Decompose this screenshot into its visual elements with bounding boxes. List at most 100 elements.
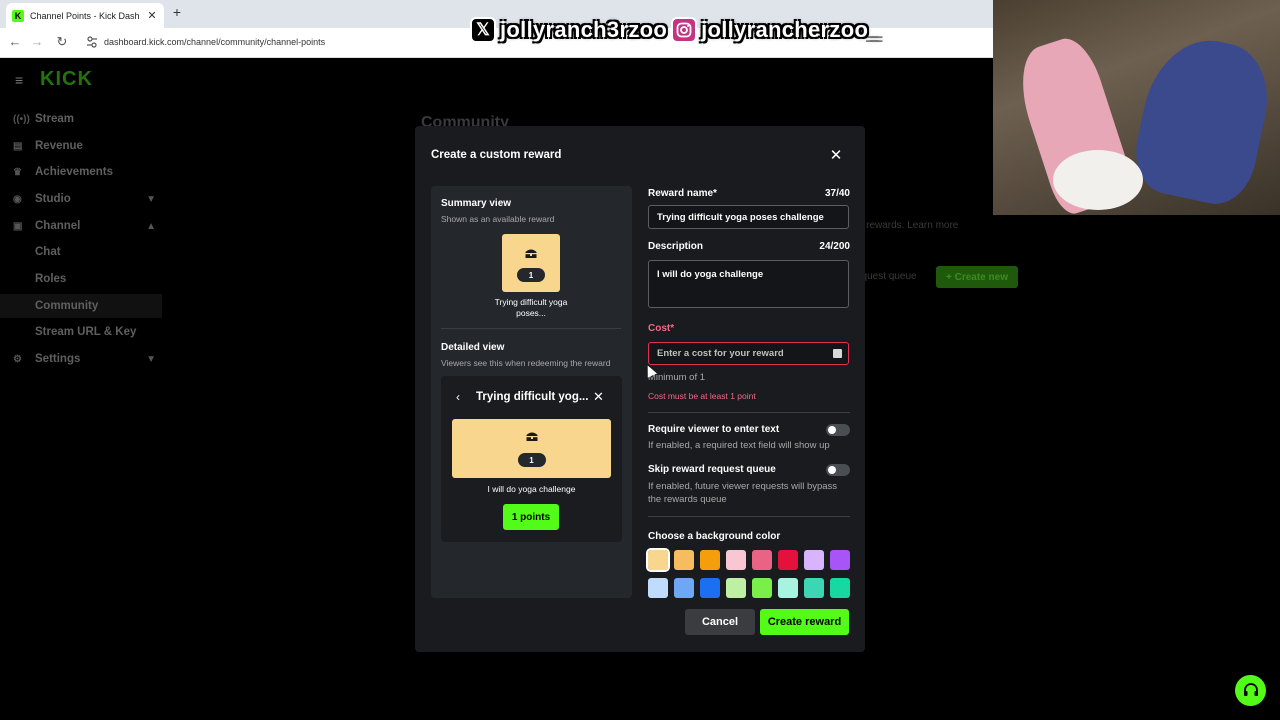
detailed-view-subtitle: Viewers see this when redeeming the rewa… xyxy=(441,358,611,368)
color-swatch[interactable] xyxy=(674,550,694,570)
cancel-button[interactable]: Cancel xyxy=(685,609,755,635)
create-new-button: + Create new xyxy=(936,266,1018,288)
summary-reward-label: Trying difficult yoga poses... xyxy=(494,297,568,318)
reward-chest-icon xyxy=(525,249,537,258)
tab-title: Channel Points - Kick Dashboard xyxy=(30,10,140,21)
detail-description: I will do yoga challenge xyxy=(487,484,576,494)
color-swatch[interactable] xyxy=(778,550,798,570)
color-swatch[interactable] xyxy=(674,578,694,598)
sidebar-item-chat[interactable]: Chat xyxy=(0,240,162,264)
color-swatch[interactable] xyxy=(700,578,720,598)
preview-panel: Summary view Shown as an available rewar… xyxy=(431,186,632,598)
detail-cost-pill: 1 xyxy=(517,453,546,467)
sidebar-item-roles[interactable]: Roles xyxy=(0,267,162,291)
require-text-toggle[interactable] xyxy=(826,424,850,436)
detail-reward-image: 1 xyxy=(452,419,611,478)
create-reward-modal: Create a custom reward ✕ Summary view Sh… xyxy=(415,126,865,652)
require-text-description: If enabled, a required text field will s… xyxy=(648,440,830,451)
new-tab-button[interactable]: + xyxy=(168,4,186,20)
back-icon[interactable]: ← xyxy=(6,34,24,49)
chevron-down-icon: ▼ xyxy=(146,193,156,205)
webcam-cushion xyxy=(1053,150,1143,210)
description-count: 24/200 xyxy=(819,241,850,252)
detailed-reward-card: ‹ Trying difficult yog... ✕ 1 I will do … xyxy=(441,376,622,542)
bg-color-label: Choose a background color xyxy=(648,531,781,542)
tab-close-icon[interactable]: ✕ xyxy=(146,9,158,22)
form-divider xyxy=(648,516,850,517)
chevron-up-icon: ▲ xyxy=(146,220,156,232)
support-chat-button[interactable] xyxy=(1235,675,1266,706)
cost-stepper-icon[interactable] xyxy=(833,349,842,358)
sidebar-item-revenue[interactable]: ▤ Revenue xyxy=(0,134,162,158)
sidebar-item-stream-url-key[interactable]: Stream URL & Key xyxy=(0,320,162,344)
sidebar-item-achievements[interactable]: ♛ Achievements xyxy=(0,160,162,184)
forward-icon[interactable]: → xyxy=(28,34,46,49)
cost-input[interactable] xyxy=(648,342,849,365)
sidebar-item-label: Stream xyxy=(35,113,74,125)
sidebar-item-channel[interactable]: ▣ Channel ▲ xyxy=(0,214,162,238)
reward-chest-icon xyxy=(526,432,537,441)
sidebar-item-label: Stream URL & Key xyxy=(35,326,137,338)
sidebar-item-settings[interactable]: ⚙ Settings ▼ xyxy=(0,347,162,371)
sidebar-item-label: Revenue xyxy=(35,140,83,152)
webcam-feed xyxy=(993,0,1280,215)
learn-more-text: r rewards. Learn more xyxy=(860,220,959,231)
sidebar-item-label: Studio xyxy=(35,193,71,205)
skip-queue-label: Skip reward request queue xyxy=(648,464,776,475)
summary-reward-card: 1 xyxy=(502,234,560,292)
gear-icon: ⚙ xyxy=(13,353,22,365)
headset-icon xyxy=(1243,682,1258,696)
url-text[interactable]: dashboard.kick.com/channel/community/cha… xyxy=(104,37,325,47)
create-reward-button[interactable]: Create reward xyxy=(760,609,849,635)
sidebar-item-label: Channel xyxy=(35,220,81,232)
detailed-view-heading: Detailed view xyxy=(441,342,505,353)
color-swatch[interactable] xyxy=(830,550,850,570)
color-swatch[interactable] xyxy=(726,578,746,598)
skip-queue-toggle[interactable] xyxy=(826,464,850,476)
color-swatch[interactable] xyxy=(752,550,772,570)
color-swatch[interactable] xyxy=(804,578,824,598)
color-swatch[interactable] xyxy=(830,578,850,598)
color-swatch[interactable] xyxy=(646,548,670,572)
reload-icon[interactable]: ↻ xyxy=(53,34,71,50)
close-icon[interactable]: ✕ xyxy=(828,146,844,164)
color-swatch[interactable] xyxy=(726,550,746,570)
sidebar-item-label: Achievements xyxy=(35,166,113,178)
sidebar-item-label: Roles xyxy=(35,273,67,285)
skip-queue-description: If enabled, future viewer requests will … xyxy=(648,481,838,505)
preview-divider xyxy=(441,328,621,329)
kick-favicon-icon: K xyxy=(12,9,24,22)
trophy-icon: ♛ xyxy=(13,166,22,178)
summary-view-heading: Summary view xyxy=(441,198,512,209)
color-swatch[interactable] xyxy=(700,550,720,570)
color-swatch[interactable] xyxy=(804,550,824,570)
reward-name-label: Reward name* xyxy=(648,188,717,199)
x-handle: jollyranch3rzoo xyxy=(500,17,668,42)
color-swatch[interactable] xyxy=(778,578,798,598)
studio-icon: ◉ xyxy=(13,193,22,205)
sidebar-item-stream[interactable]: ((•)) Stream xyxy=(0,107,162,131)
sidebar-item-studio[interactable]: ◉ Studio ▼ xyxy=(0,187,162,211)
detail-reward-title: Trying difficult yog... xyxy=(476,391,589,403)
back-chevron-icon: ‹ xyxy=(456,390,460,404)
summary-cost-pill: 1 xyxy=(517,268,545,282)
description-textarea[interactable]: I will do yoga challenge xyxy=(648,260,849,308)
sidebar-item-label: Community xyxy=(35,300,99,312)
browser-tab[interactable]: K Channel Points - Kick Dashboard ✕ xyxy=(6,3,164,28)
menu-icon[interactable]: ≡ xyxy=(15,72,23,88)
request-queue-text: equest queue xyxy=(856,271,917,282)
sidebar-item-label: Settings xyxy=(35,353,81,365)
instagram-icon xyxy=(671,17,698,43)
instagram-handle: jollyrancherzoo_ xyxy=(701,17,881,42)
require-text-label: Require viewer to enter text xyxy=(648,424,780,435)
sidebar-item-community[interactable]: Community xyxy=(0,294,162,318)
x-logo-icon: 𝕏 xyxy=(470,17,496,43)
stream-icon: ((•)) xyxy=(13,113,30,125)
site-info-icon[interactable] xyxy=(87,36,97,48)
color-swatch[interactable] xyxy=(648,578,668,598)
reward-name-input[interactable] xyxy=(648,205,849,229)
summary-view-subtitle: Shown as an available reward xyxy=(441,214,555,224)
kick-logo[interactable]: KICK xyxy=(40,68,93,91)
cost-error: Cost must be at least 1 point xyxy=(648,391,756,401)
color-swatch[interactable] xyxy=(752,578,772,598)
